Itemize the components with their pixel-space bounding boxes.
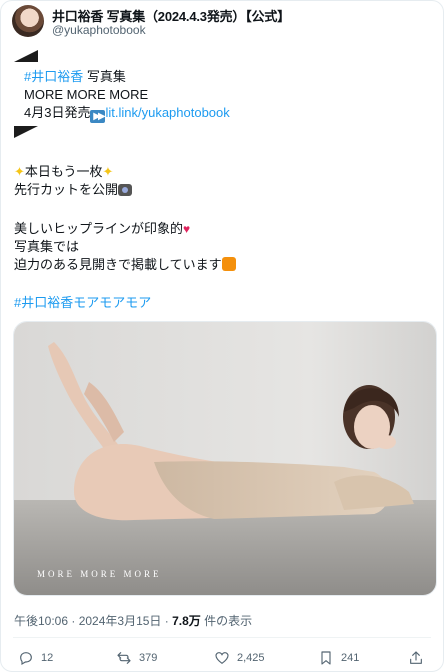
post-line-6: 美しいヒップラインが印象的♥	[14, 220, 190, 238]
post-line-8: 迫力のある見開きで掲載しています	[14, 256, 236, 273]
heart-icon	[215, 652, 229, 665]
reply-button[interactable]: 12	[18, 650, 53, 666]
separator: ·	[68, 614, 79, 628]
external-link[interactable]: lit.link/yukaphotobook	[105, 105, 229, 120]
separator: ·	[161, 614, 173, 628]
post-text: 先行カットを公開	[14, 182, 119, 197]
post-text: 写真集	[83, 69, 126, 84]
post-text: 迫力のある見開きで掲載しています	[14, 257, 222, 272]
post-line-5: 先行カットを公開	[14, 181, 133, 198]
views-label: 件の表示	[200, 614, 253, 628]
post-text: 本日もう一枚	[24, 164, 103, 179]
photo-caption-overlay: MORE MORE MORE	[37, 569, 162, 579]
fast-forward-icon: ▶▶	[90, 110, 106, 123]
bookmark-button[interactable]: 241	[318, 650, 359, 666]
repost-button[interactable]: 379	[116, 650, 157, 666]
post-meta: 午後10:06 · 2024年3月15日 · 7.8万 件の表示	[14, 612, 252, 629]
repost-icon	[117, 652, 131, 664]
bookmark-count: 241	[341, 652, 360, 664]
post-photo[interactable]: MORE MORE MORE	[13, 321, 437, 596]
top-triangle-decoration	[14, 50, 38, 62]
orange-square-icon	[221, 257, 236, 271]
post-line-2: MORE MORE MORE	[24, 87, 149, 102]
release-date-text: 4月3日発売	[24, 105, 91, 120]
camera-flash-icon	[118, 184, 133, 196]
like-button[interactable]: 2,425	[214, 650, 265, 666]
hashtag-link[interactable]: #井口裕香	[24, 69, 83, 84]
post-line-1: #井口裕香 写真集	[14, 68, 126, 85]
like-count: 2,425	[237, 652, 265, 664]
bookmark-icon	[321, 651, 331, 665]
share-button[interactable]	[408, 650, 424, 666]
reply-icon	[20, 652, 32, 666]
sparkle-icon: ✦	[102, 164, 114, 179]
post-date[interactable]: 2024年3月15日	[79, 614, 162, 628]
photo-illustration	[14, 322, 436, 595]
sparkle-icon: ✦	[14, 164, 25, 179]
repost-count: 379	[139, 652, 158, 664]
avatar[interactable]	[12, 5, 44, 37]
views-count: 7.8万	[172, 614, 201, 628]
sparkling-heart-icon: ♥	[183, 222, 191, 236]
divider	[13, 637, 431, 638]
hashtag-link[interactable]: #井口裕香モアモアモア	[14, 294, 151, 311]
user-handle[interactable]: @yukaphotobook	[52, 23, 146, 37]
share-icon	[410, 651, 422, 664]
reply-count: 12	[41, 652, 54, 664]
post-line-3: 4月3日発売 ▶▶ lit.link/yukaphotobook	[24, 104, 230, 123]
post-line-7: 写真集では	[14, 239, 80, 254]
post-text: 美しいヒップラインが印象的	[14, 221, 184, 236]
bottom-triangle-decoration	[14, 126, 38, 138]
post-line-4: ✦本日もう一枚✦	[14, 163, 113, 180]
post-time[interactable]: 午後10:06	[14, 614, 68, 628]
